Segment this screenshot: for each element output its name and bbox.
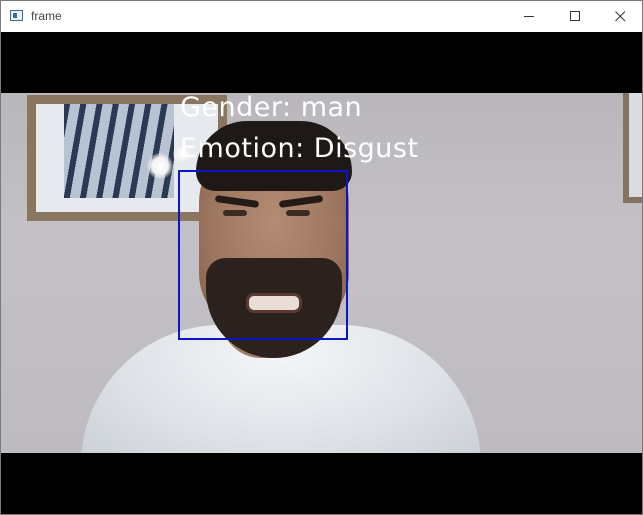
face-detection-box [178, 170, 348, 340]
video-viewport: Gender: man Emotion: Disgust [1, 32, 642, 514]
app-window: frame Gender: man Emotion: Disgust [0, 0, 643, 515]
close-icon [614, 11, 625, 22]
window-app-icon [10, 10, 23, 21]
maximize-icon [569, 11, 580, 21]
close-button[interactable] [597, 1, 642, 32]
light-reflection [147, 153, 173, 179]
gender-label: Gender: man [180, 92, 363, 123]
wall-picture-right [623, 93, 642, 203]
window-title: frame [31, 9, 62, 23]
emotion-label: Emotion: Disgust [180, 133, 419, 164]
minimize-icon [523, 16, 534, 17]
title-bar[interactable]: frame [1, 1, 642, 32]
maximize-button[interactable] [552, 1, 598, 32]
minimize-button[interactable] [506, 1, 552, 32]
